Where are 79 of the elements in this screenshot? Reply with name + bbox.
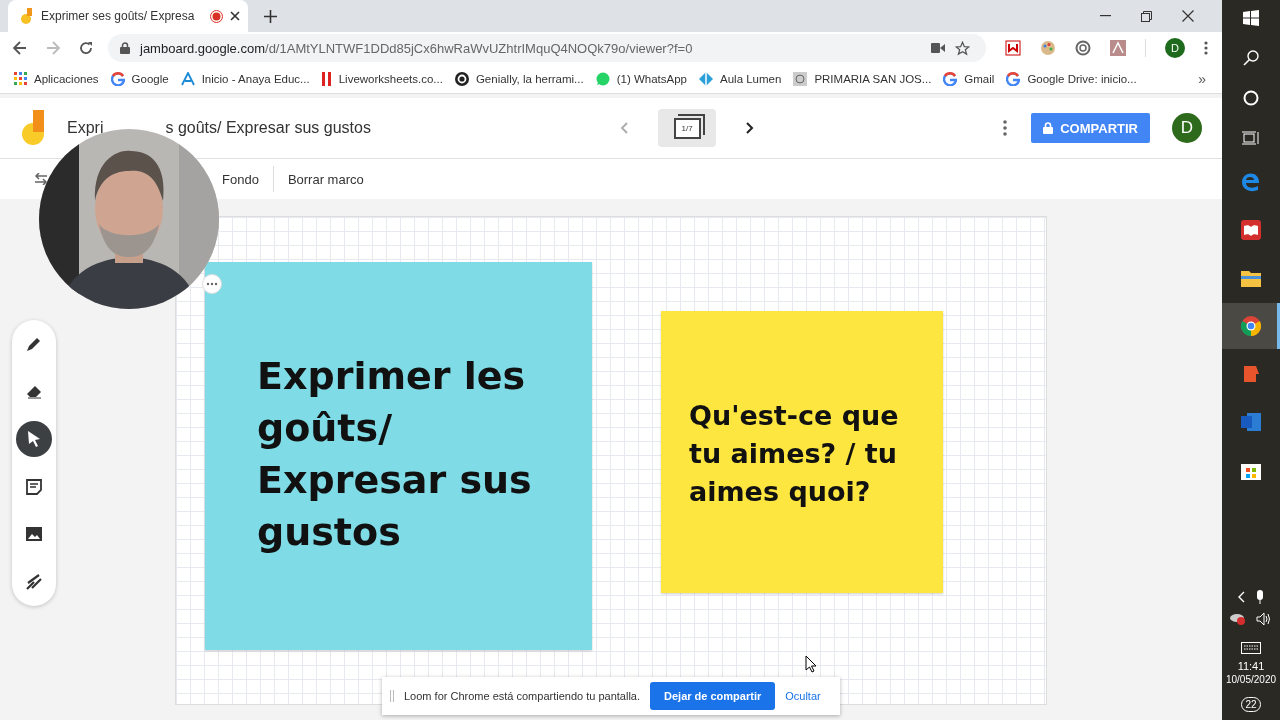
profile-avatar[interactable]: D	[1165, 38, 1185, 58]
close-icon[interactable]	[230, 11, 240, 21]
close-icon[interactable]	[1182, 10, 1194, 22]
mouse-cursor-icon	[805, 655, 817, 673]
new-tab-icon[interactable]	[264, 9, 277, 23]
share-button[interactable]: COMPARTIR	[1031, 113, 1150, 143]
google-g-icon	[110, 71, 125, 86]
word-icon	[1241, 413, 1261, 431]
bookmark[interactable]: Aula Lumen	[699, 71, 782, 86]
apps-grid-icon	[14, 72, 27, 85]
image-icon	[25, 525, 43, 544]
keyboard-icon[interactable]	[1241, 642, 1261, 654]
triangle-icon	[180, 71, 195, 86]
bars-icon	[321, 71, 332, 86]
minimize-icon[interactable]	[1100, 15, 1111, 17]
sticky-note[interactable]: Qu'est-ce que tu aimes? / tu aimes quoi?	[661, 311, 943, 593]
next-frame-icon[interactable]	[746, 122, 755, 134]
frame-counter-button[interactable]: 1/7	[658, 109, 717, 147]
diamond-icon	[699, 71, 713, 86]
chevron-left-icon[interactable]	[1237, 591, 1245, 603]
bookmark[interactable]: Genially, la herrami...	[454, 71, 584, 86]
star-icon[interactable]	[955, 40, 970, 56]
lock-icon	[1043, 122, 1054, 134]
bookmark[interactable]: Liveworksheets.co...	[321, 71, 443, 86]
toolbar-button[interactable]: Borrar marco	[273, 171, 378, 187]
back-icon[interactable]	[13, 41, 27, 55]
hide-link[interactable]: Ocultar	[785, 690, 821, 702]
undo-icon[interactable]	[34, 173, 48, 185]
lock-icon	[120, 42, 130, 54]
more-bookmarks[interactable]: »	[1198, 70, 1206, 87]
google-g-icon	[1006, 71, 1021, 86]
clock-date[interactable]: 10/05/2020	[1225, 674, 1277, 685]
speaker-icon[interactable]	[1256, 612, 1272, 626]
bookmark[interactable]: Aplicaciones	[14, 72, 99, 85]
stop-sharing-button[interactable]: Dejar de compartir	[650, 682, 776, 710]
book-icon	[1241, 220, 1261, 240]
tool-button[interactable]	[16, 421, 52, 458]
user-avatar[interactable]: D	[1172, 113, 1202, 143]
e-icon	[1241, 172, 1261, 192]
board-title: Expri	[67, 119, 104, 137]
google-g-icon	[943, 71, 958, 86]
drag-handle-icon[interactable]	[390, 690, 394, 702]
more-options-icon[interactable]	[202, 274, 222, 294]
restore-icon[interactable]	[1141, 10, 1152, 22]
bookmark[interactable]: Gmail	[943, 71, 995, 86]
bookmark[interactable]: Google	[110, 71, 169, 86]
more-options-icon[interactable]	[1003, 120, 1008, 136]
jamboard-icon	[20, 8, 34, 24]
folder-icon	[1241, 269, 1261, 287]
task-view-icon[interactable]	[1242, 130, 1260, 146]
bookmark[interactable]: Google Drive: inicio...	[1006, 71, 1137, 86]
board-title: s goûts/ Expresar sus gustos	[165, 119, 371, 137]
camera-icon[interactable]	[931, 43, 945, 53]
note-icon	[25, 477, 43, 496]
cloud-error-icon[interactable]	[1230, 612, 1246, 626]
chat-bubble-icon	[595, 71, 610, 86]
palette-icon[interactable]	[1040, 40, 1056, 56]
pdf-icon[interactable]	[1110, 40, 1126, 56]
browser-tab[interactable]: Exprimer ses goûts/ Expresa	[8, 0, 248, 32]
ring-icon[interactable]	[1075, 40, 1091, 56]
cortana-icon[interactable]	[1243, 90, 1259, 106]
clock-time[interactable]: 11:41	[1237, 660, 1265, 672]
bookmark[interactable]: PRIMARIA SAN JOS...	[793, 71, 932, 86]
pointer-icon	[26, 430, 42, 449]
menu-icon[interactable]	[1204, 41, 1208, 55]
laser-icon	[25, 573, 43, 592]
toolbar-button[interactable]: Fondo	[222, 171, 273, 187]
search-icon[interactable]	[1243, 50, 1259, 66]
sticky-note[interactable]: Exprimer les goûts/ Expresar sus gustos	[205, 262, 592, 650]
share-message: Loom for Chrome está compartiendo tu pantalla.	[404, 690, 641, 702]
windows-start-icon[interactable]	[1243, 10, 1259, 26]
bookmark[interactable]: (1) WhatsApp	[595, 71, 687, 86]
chrome-icon	[1241, 316, 1261, 336]
microphone-icon[interactable]	[1255, 590, 1265, 604]
address-bar[interactable]: jamboard.google.com/d/1AMtYLNTWF1DDd85jCx6hwRaWvUZhtrIMquQ4NOQk79o/viewer?f=0	[108, 34, 986, 62]
reload-icon[interactable]	[79, 41, 93, 55]
g-circle-icon	[454, 71, 469, 86]
tab-title: Exprimer ses goûts/ Expresa	[41, 9, 196, 23]
bookmark[interactable]: Inicio - Anaya Educ...	[180, 71, 310, 86]
